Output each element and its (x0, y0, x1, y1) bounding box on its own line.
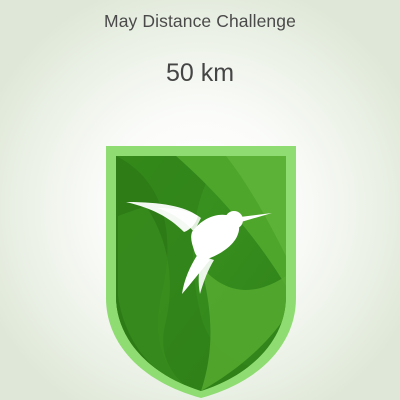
challenge-distance: 50 km (165, 59, 235, 87)
challenge-title: May Distance Challenge (104, 11, 296, 31)
challenge-badge[interactable] (106, 146, 296, 398)
challenge-detail-screen: May Distance Challenge 50 km (0, 0, 400, 400)
